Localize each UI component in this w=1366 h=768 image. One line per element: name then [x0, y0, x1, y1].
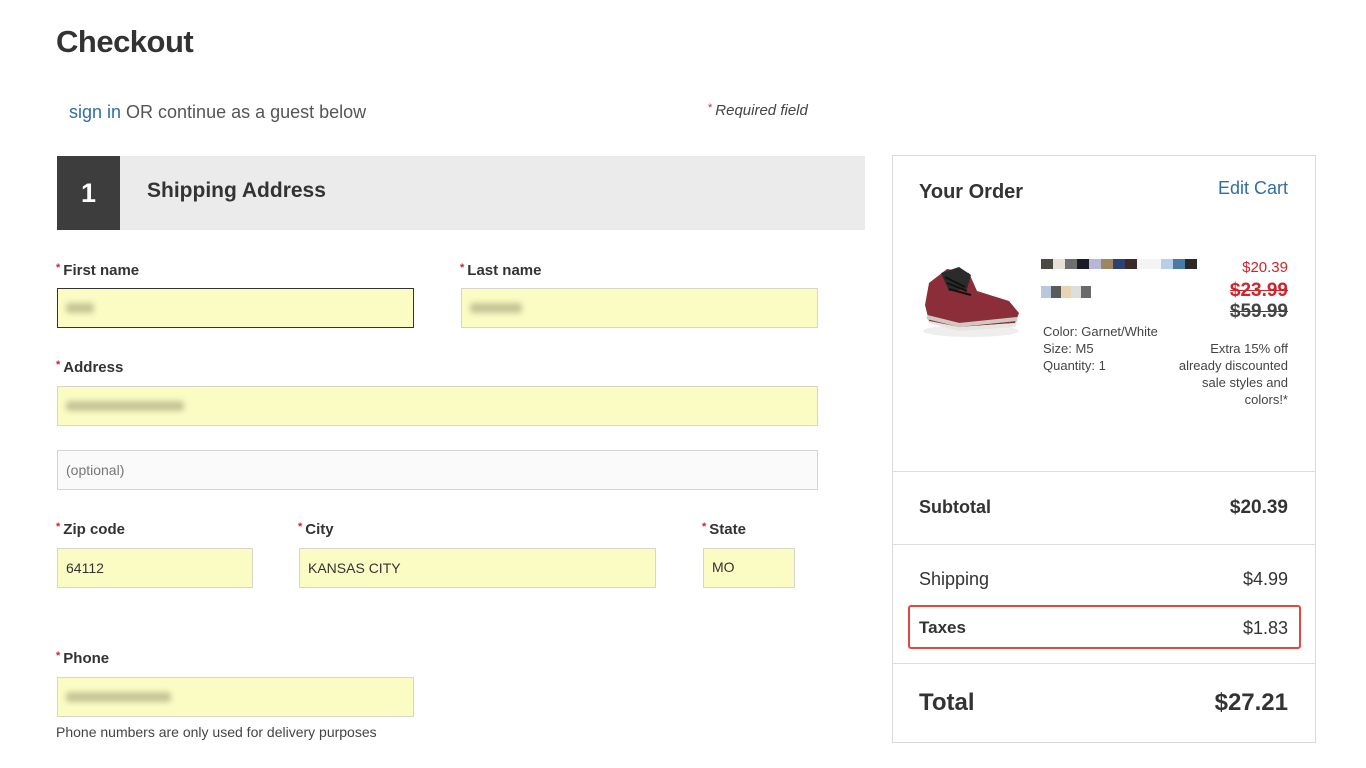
redacted-value: [66, 401, 184, 411]
city-value: KANSAS CITY: [308, 560, 401, 576]
item-price-now: $20.39: [1242, 259, 1288, 276]
phone-label: * Phone: [56, 650, 109, 667]
phone-input[interactable]: [57, 677, 414, 717]
subtotal-value: $20.39: [1229, 497, 1288, 518]
divider: [893, 663, 1315, 664]
order-title: Your Order: [919, 181, 1024, 203]
page-title: Checkout: [56, 24, 194, 59]
product-name-redacted-line2: [1041, 286, 1091, 298]
state-label-text: State: [709, 521, 746, 538]
city-input[interactable]: KANSAS CITY: [299, 548, 656, 588]
taxes-label: Taxes: [919, 618, 966, 637]
subtotal-label: Subtotal: [919, 497, 991, 517]
required-marker: *: [56, 359, 61, 371]
required-note-text: Required field: [715, 102, 808, 119]
total-value: $27.21: [1214, 689, 1288, 716]
shipping-step-header: 1 Shipping Address: [57, 156, 865, 230]
sign-in-link[interactable]: sign in: [69, 102, 121, 122]
item-promo-text: Extra 15% off already discounted sale st…: [1178, 341, 1288, 407]
city-label-text: City: [305, 521, 334, 538]
divider: [893, 544, 1315, 545]
item-size: Size: M5: [1043, 341, 1094, 356]
required-marker: *: [460, 262, 465, 274]
address-label-text: Address: [63, 359, 124, 376]
signin-row: sign in OR continue as a guest below: [69, 102, 366, 123]
required-marker: *: [56, 521, 61, 533]
address-line2-input[interactable]: (optional): [57, 450, 818, 490]
required-marker: *: [56, 650, 61, 662]
first-name-input[interactable]: [57, 288, 414, 328]
order-summary: Your Order Edit Cart Color: Garnet/White…: [892, 155, 1316, 743]
address2-placeholder: (optional): [66, 462, 125, 478]
zip-label-text: Zip code: [63, 521, 125, 538]
edit-cart-link[interactable]: Edit Cart: [1218, 178, 1288, 199]
first-name-label-text: First name: [63, 262, 140, 279]
step-title: Shipping Address: [147, 179, 326, 202]
zip-label: * Zip code: [56, 521, 125, 538]
address-label: * Address: [56, 359, 123, 376]
taxes-value: $1.83: [1242, 618, 1288, 638]
phone-hint: Phone numbers are only used for delivery…: [56, 724, 377, 740]
required-marker: *: [702, 521, 707, 533]
zip-input[interactable]: 64112: [57, 548, 253, 588]
last-name-label-text: Last name: [467, 262, 542, 279]
city-label: * City: [298, 521, 334, 538]
redacted-value: [66, 303, 94, 313]
redacted-value: [66, 692, 171, 702]
required-marker: *: [298, 521, 303, 533]
guest-text: OR continue as a guest below: [121, 102, 367, 122]
required-field-note: * Required field: [708, 102, 808, 119]
item-color: Color: Garnet/White: [1043, 324, 1158, 339]
phone-label-text: Phone: [63, 650, 110, 667]
first-name-label: * First name: [56, 262, 139, 279]
step-number: 1: [57, 156, 120, 230]
state-select[interactable]: MO: [703, 548, 795, 588]
address-input[interactable]: [57, 386, 818, 426]
item-price-was: $23.99: [1229, 280, 1288, 301]
shipping-label: Shipping: [919, 569, 990, 589]
required-marker: *: [56, 262, 61, 274]
required-marker: *: [708, 102, 713, 114]
divider: [893, 471, 1315, 472]
state-value: MO: [712, 559, 735, 575]
total-label: Total: [919, 689, 975, 716]
item-quantity: Quantity: 1: [1043, 358, 1106, 373]
zip-value: 64112: [66, 560, 104, 576]
shoe-image[interactable]: [919, 261, 1023, 341]
last-name-label: * Last name: [460, 262, 541, 279]
item-price-original: $59.99: [1229, 301, 1288, 322]
shipping-value: $4.99: [1242, 569, 1288, 589]
last-name-input[interactable]: [461, 288, 818, 328]
redacted-value: [470, 303, 522, 313]
state-label: * State: [702, 521, 746, 538]
product-name-redacted: [1041, 259, 1197, 269]
